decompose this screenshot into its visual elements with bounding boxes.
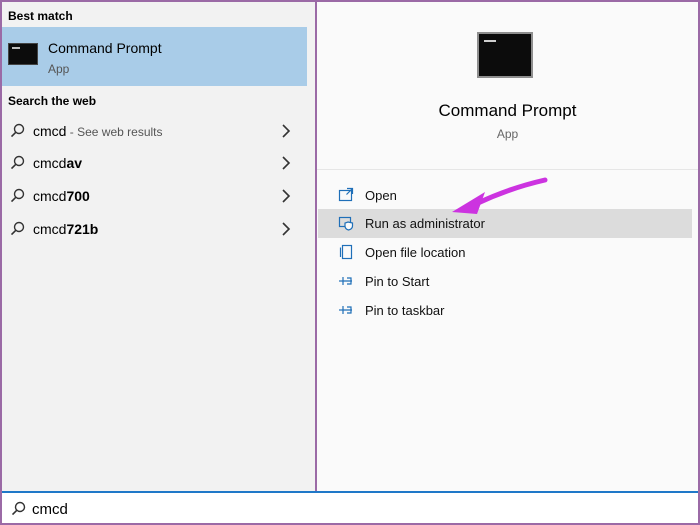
search-bar — [2, 491, 698, 523]
app-title: Command Prompt — [438, 101, 577, 120]
web-result-item[interactable]: cmcd700 — [2, 181, 307, 211]
web-result-text: cmcd - See web results — [33, 123, 163, 139]
app-details-panel: Command Prompt App Open Run as administr… — [317, 2, 698, 491]
best-match-title: Command Prompt — [48, 40, 162, 56]
open-file-location-action[interactable]: Open file location — [318, 238, 692, 267]
chevron-right-icon[interactable] — [281, 156, 291, 170]
run-as-administrator-label: Run as administrator — [365, 216, 485, 231]
search-icon — [10, 221, 25, 236]
web-result-text: cmcd700 — [33, 188, 90, 204]
web-result-item[interactable]: cmcd - See web results — [2, 116, 307, 146]
open-icon — [338, 187, 354, 202]
results-panel: Best match Command Prompt App Search the… — [2, 2, 315, 491]
best-match-subtitle: App — [48, 62, 70, 76]
search-icon — [11, 501, 26, 516]
pin-to-taskbar-action[interactable]: Pin to taskbar — [318, 296, 692, 325]
best-match-header: Best match — [8, 9, 73, 23]
web-result-item[interactable]: cmcdav — [2, 148, 307, 178]
pin-icon — [339, 306, 352, 314]
divider — [317, 169, 698, 170]
pin-to-start-action[interactable]: Pin to Start — [318, 267, 692, 296]
search-icon — [10, 123, 25, 138]
run-as-administrator-action[interactable]: Run as administrator — [318, 209, 692, 238]
search-icon — [10, 188, 25, 203]
open-label: Open — [365, 188, 397, 203]
best-match-result[interactable]: Command Prompt App — [2, 27, 307, 86]
app-subtitle: App — [496, 127, 519, 141]
web-result-text: cmcdav — [33, 155, 83, 171]
pin-icon — [339, 277, 352, 285]
search-web-header: Search the web — [8, 94, 97, 108]
search-icon — [10, 155, 25, 170]
chevron-right-icon[interactable] — [281, 222, 291, 236]
command-prompt-icon — [477, 32, 533, 78]
chevron-right-icon[interactable] — [281, 124, 291, 138]
web-result-item[interactable]: cmcd721b — [2, 214, 307, 244]
open-action[interactable]: Open — [318, 181, 692, 210]
web-result-text: cmcd721b — [33, 221, 99, 237]
file-location-icon — [339, 244, 353, 260]
chevron-right-icon[interactable] — [281, 189, 291, 203]
start-search-window: Best match Command Prompt App Search the… — [0, 0, 700, 525]
pin-to-taskbar-label: Pin to taskbar — [365, 303, 445, 318]
pin-to-start-label: Pin to Start — [365, 274, 430, 289]
shield-icon — [338, 216, 354, 231]
open-file-location-label: Open file location — [365, 245, 466, 260]
command-prompt-icon — [8, 43, 38, 65]
search-input[interactable] — [32, 498, 632, 520]
